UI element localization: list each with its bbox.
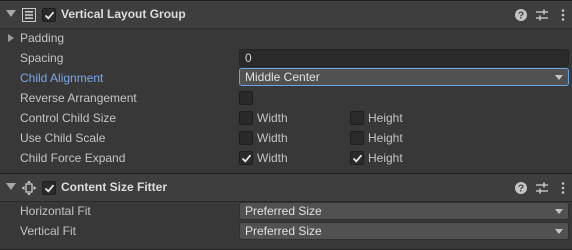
horizontal-fit-label: Horizontal Fit xyxy=(20,204,91,218)
horizontal-fit-value: Preferred Size xyxy=(245,204,322,218)
use-child-scale-height-checkbox[interactable] xyxy=(350,131,364,145)
control-child-size-height-checkbox[interactable] xyxy=(350,111,364,125)
child-force-expand-label: Child Force Expand xyxy=(20,151,126,165)
control-child-size-label: Control Child Size xyxy=(20,111,117,125)
component-enabled-checkbox[interactable] xyxy=(42,181,56,195)
dropdown-arrow-icon xyxy=(555,229,563,234)
component-title: Vertical Layout Group xyxy=(61,7,186,21)
component-title: Content Size Fitter xyxy=(61,180,168,194)
use-child-scale-width-checkbox[interactable] xyxy=(239,131,253,145)
height-label: Height xyxy=(368,111,403,125)
content-size-fitter-icon xyxy=(21,180,37,196)
width-label: Width xyxy=(257,151,288,165)
child-alignment-dropdown[interactable]: Middle Center xyxy=(239,68,569,86)
child-force-expand-width-checkbox[interactable] xyxy=(239,151,253,165)
padding-label[interactable]: Padding xyxy=(20,31,64,45)
width-label: Width xyxy=(257,131,288,145)
vertical-fit-value: Preferred Size xyxy=(245,224,322,238)
foldout-arrow-icon[interactable] xyxy=(6,10,16,17)
context-menu-icon[interactable] xyxy=(556,181,570,195)
reverse-arrangement-checkbox[interactable] xyxy=(239,91,253,105)
context-menu-icon[interactable] xyxy=(556,8,570,22)
child-force-expand-height-checkbox[interactable] xyxy=(350,151,364,165)
vertical-layout-icon xyxy=(21,7,37,23)
content-size-fitter-header[interactable]: Content Size Fitter ? xyxy=(0,173,572,202)
horizontal-fit-dropdown[interactable]: Preferred Size xyxy=(239,202,569,220)
height-label: Height xyxy=(368,151,403,165)
dropdown-arrow-icon xyxy=(555,209,563,214)
control-child-size-width-checkbox[interactable] xyxy=(239,111,253,125)
dropdown-arrow-icon xyxy=(555,75,563,80)
help-icon[interactable]: ? xyxy=(514,181,528,195)
help-icon[interactable]: ? xyxy=(514,8,528,22)
svg-text:?: ? xyxy=(518,11,524,22)
height-label: Height xyxy=(368,131,403,145)
vertical-layout-group-header[interactable]: Vertical Layout Group ? xyxy=(0,0,572,29)
preset-icon[interactable] xyxy=(535,181,549,195)
svg-text:?: ? xyxy=(518,184,524,195)
foldout-arrow-icon[interactable] xyxy=(6,183,16,190)
spacing-label: Spacing xyxy=(20,51,64,65)
vertical-fit-dropdown[interactable]: Preferred Size xyxy=(239,222,569,240)
preset-icon[interactable] xyxy=(535,8,549,22)
child-alignment-value: Middle Center xyxy=(245,70,320,84)
child-alignment-label: Child Alignment xyxy=(20,71,104,85)
vertical-fit-label: Vertical Fit xyxy=(20,224,77,238)
padding-foldout-icon[interactable] xyxy=(8,34,14,42)
use-child-scale-label: Use Child Scale xyxy=(20,131,106,145)
spacing-input[interactable]: 0 xyxy=(239,49,569,67)
width-label: Width xyxy=(257,111,288,125)
reverse-arrangement-label: Reverse Arrangement xyxy=(20,91,137,105)
component-enabled-checkbox[interactable] xyxy=(42,8,56,22)
